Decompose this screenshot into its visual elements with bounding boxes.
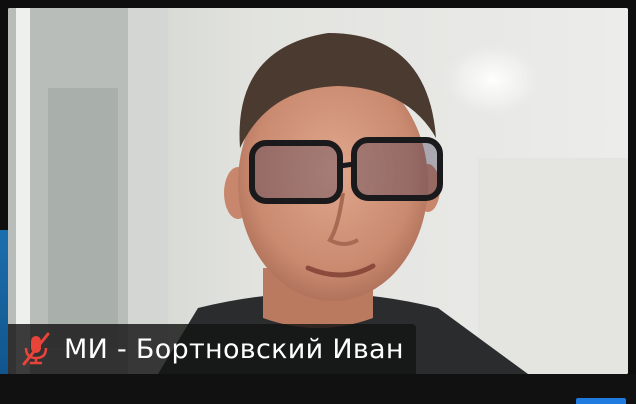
video-call-window: МИ - Бортновский Иван [0,0,636,404]
mic-muted-icon [22,332,50,366]
participant-video-feed [8,8,628,374]
participant-name-label: МИ - Бортновский Иван [8,324,416,374]
meeting-controls-bar [0,374,636,404]
participant-video-tile[interactable] [8,8,628,374]
control-button[interactable] [576,398,626,404]
participant-name: МИ - Бортновский Иван [64,333,404,365]
